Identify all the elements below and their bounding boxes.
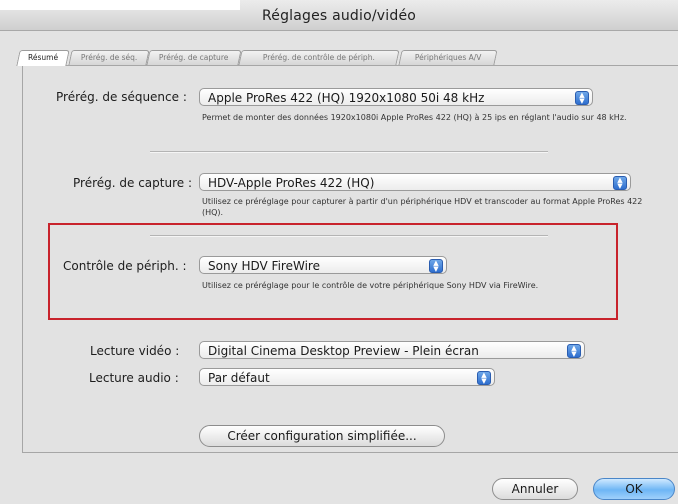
- sequence-preset-label: Prérég. de séquence :: [56, 90, 187, 104]
- tab-summary[interactable]: Résumé: [16, 50, 70, 66]
- video-playback-label: Lecture vidéo :: [90, 344, 180, 358]
- tab-av-devices[interactable]: Périphériques A/V: [398, 50, 498, 65]
- popup-arrows-icon: ▲ ▼: [477, 371, 491, 385]
- capture-preset-description: Utilisez ce préréglage pour capturer à p…: [202, 197, 643, 217]
- tab-device-control-preset[interactable]: Prérég. de contrôle de périph.: [238, 50, 400, 65]
- popup-arrows-icon: ▲ ▼: [613, 176, 627, 190]
- sequence-preset-description: Permet de monter des données 1920x1080i …: [202, 113, 627, 122]
- tab-sequence-preset[interactable]: Prérég. de séq.: [68, 50, 150, 65]
- device-control-value: Sony HDV FireWire: [208, 259, 320, 273]
- capture-preset-popup[interactable]: HDV-Apple ProRes 422 (HQ) ▲ ▼: [199, 173, 631, 191]
- video-playback-popup[interactable]: Digital Cinema Desktop Preview - Plein é…: [199, 341, 585, 359]
- popup-arrows-icon: ▲ ▼: [567, 344, 581, 358]
- settings-window: Réglages audio/vidéo Résumé Prérég. de s…: [0, 0, 678, 504]
- sequence-preset-popup[interactable]: Apple ProRes 422 (HQ) 1920x1080 50i 48 k…: [199, 88, 593, 106]
- video-playback-value: Digital Cinema Desktop Preview - Plein é…: [208, 344, 479, 358]
- create-easy-setup-button[interactable]: Créer configuration simplifiée...: [199, 425, 445, 447]
- device-control-popup[interactable]: Sony HDV FireWire ▲ ▼: [199, 256, 447, 274]
- title-bar: Réglages audio/vidéo: [0, 0, 678, 31]
- popup-arrows-icon: ▲ ▼: [575, 91, 589, 105]
- ok-button[interactable]: OK: [593, 478, 675, 500]
- device-control-label: Contrôle de périph. :: [63, 259, 187, 273]
- sequence-preset-value: Apple ProRes 422 (HQ) 1920x1080 50i 48 k…: [208, 91, 485, 105]
- capture-preset-value: HDV-Apple ProRes 422 (HQ): [208, 176, 375, 190]
- popup-arrows-icon: ▲ ▼: [429, 259, 443, 273]
- audio-playback-label: Lecture audio :: [89, 371, 179, 385]
- tab-capture-preset[interactable]: Prérég. de capture: [146, 50, 242, 65]
- capture-preset-label: Prérég. de capture :: [73, 176, 192, 190]
- audio-playback-value: Par défaut: [208, 371, 270, 385]
- audio-playback-popup[interactable]: Par défaut ▲ ▼: [199, 368, 495, 386]
- cancel-button[interactable]: Annuler: [492, 478, 578, 500]
- device-control-description: Utilisez ce préréglage pour le contrôle …: [202, 281, 539, 290]
- separator: [150, 151, 548, 153]
- window-title: Réglages audio/vidéo: [261, 8, 417, 24]
